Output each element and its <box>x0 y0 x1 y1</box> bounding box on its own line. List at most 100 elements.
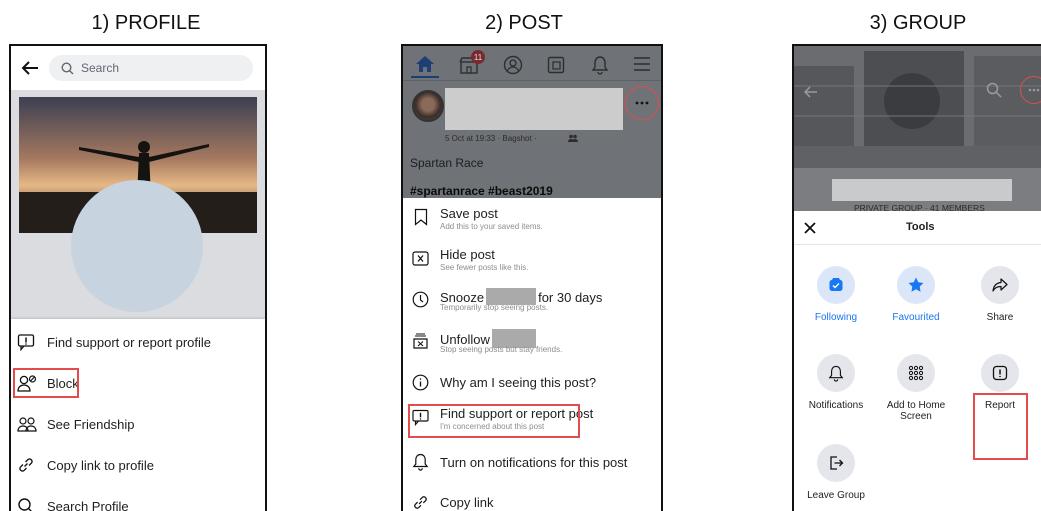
unfollow-icon <box>413 333 428 349</box>
menu-item-report-profile[interactable]: Find support or report profile <box>11 329 265 355</box>
menu-item-see-friendship[interactable]: See Friendship <box>11 411 265 437</box>
highlight-box <box>13 368 79 398</box>
group-dim-area: PRIVATE GROUP · 41 MEMBERS <box>794 46 1041 213</box>
profile-header: Search <box>11 46 265 90</box>
menu-item-notifications[interactable]: Turn on notifications for this post <box>403 450 661 474</box>
menu-item-title: Copy link <box>440 494 494 510</box>
menu-item-copy-link[interactable]: Copy link to profile <box>11 452 265 478</box>
menu-item-label: Find support or report profile <box>47 334 212 350</box>
menu-item-subtitle: See fewer posts like this. <box>440 263 529 272</box>
post-options-sheet: Save post Add this to your saved items. H… <box>403 198 661 511</box>
group-more-options[interactable] <box>1020 76 1041 104</box>
redacted-author-name <box>445 88 623 130</box>
profile-menu: Find support or report profile Block See… <box>11 319 265 511</box>
link-icon <box>19 458 33 472</box>
groups-icon[interactable] <box>547 56 565 74</box>
tool-label: Following <box>814 312 858 323</box>
back-arrow-icon[interactable] <box>21 60 39 76</box>
menu-item-title: Hide post <box>440 247 495 262</box>
search-icon <box>61 61 74 74</box>
home-icon[interactable] <box>415 55 435 73</box>
back-arrow-icon[interactable] <box>804 86 818 98</box>
share-icon <box>992 278 1008 292</box>
tool-label: Favourited <box>892 312 940 323</box>
menu-item-label: See Friendship <box>47 416 135 432</box>
hamburger-menu-icon[interactable] <box>633 57 651 71</box>
group-cover-photo <box>794 46 1041 168</box>
post-text: Spartan Race <box>410 156 484 170</box>
tool-favourited[interactable]: Favourited <box>876 266 956 323</box>
sheet-title: Tools <box>906 221 935 233</box>
following-icon <box>829 278 843 291</box>
bell-icon <box>828 365 844 382</box>
nav-divider <box>403 80 661 81</box>
post-panel: 11 5 Oct at 19:33 · Bagshot · Spartan Ra… <box>401 44 663 511</box>
caption-post: 2) POST <box>485 12 563 34</box>
tool-label: Leave Group <box>807 490 865 501</box>
report-flag-icon <box>17 334 35 351</box>
post-hashtags: #spartanrace #beast2019 <box>410 184 553 198</box>
grid-dots-icon <box>908 365 924 381</box>
post-more-options[interactable] <box>625 86 659 120</box>
menu-item-search-profile[interactable]: Search Profile <box>11 493 265 511</box>
caption-group: 3) GROUP <box>869 12 967 34</box>
tool-following[interactable]: Following <box>796 266 876 323</box>
profile-panel: Search Find support or report profile Bl… <box>9 44 267 511</box>
tools-sheet: Tools Following Favourited Share Notific… <box>794 211 1041 511</box>
menu-item-title: Why am I seeing this post? <box>440 374 597 390</box>
search-bar[interactable]: Search <box>49 55 253 81</box>
avatar[interactable] <box>71 180 203 312</box>
tool-label: Add to Home Screen <box>886 400 946 422</box>
bell-icon <box>412 453 429 471</box>
notification-badge: 11 <box>471 50 485 64</box>
hide-x-icon <box>412 251 429 266</box>
sheet-divider <box>794 244 1041 245</box>
menu-item-label: Search Profile <box>47 498 129 511</box>
menu-item-save-post[interactable]: Save post Add this to your saved items. <box>403 206 661 236</box>
tool-leave-group[interactable]: Leave Group <box>796 444 876 501</box>
search-icon[interactable] <box>986 82 1002 98</box>
badge-count: 11 <box>473 52 483 62</box>
group-panel: PRIVATE GROUP · 41 MEMBERS Tools Followi… <box>792 44 1041 511</box>
menu-item-snooze[interactable]: Snooze for 30 days Temporarily stop seein… <box>403 288 661 318</box>
tool-label: Share <box>986 312 1014 323</box>
menu-item-copy-link[interactable]: Copy link <box>403 490 661 511</box>
more-dots-icon <box>1028 88 1040 92</box>
menu-item-why-seeing[interactable]: Why am I seeing this post? <box>403 370 661 394</box>
highlight-box <box>408 404 580 438</box>
menu-item-unfollow[interactable]: Unfollow Stop seeing posts but stay frie… <box>403 329 661 359</box>
close-icon[interactable] <box>804 222 816 234</box>
menu-item-subtitle: Add this to your saved items. <box>440 222 543 231</box>
post-author-avatar[interactable] <box>412 90 444 122</box>
report-flag-icon <box>992 365 1008 381</box>
friends-icon <box>17 417 37 432</box>
star-icon <box>908 277 924 292</box>
tool-label: Notifications <box>808 400 864 411</box>
profile-circle-icon[interactable] <box>503 55 523 75</box>
redacted-group-name <box>832 179 1012 201</box>
info-icon <box>412 374 429 390</box>
post-dim-area: 11 5 Oct at 19:33 · Bagshot · Spartan Ra… <box>403 46 661 198</box>
search-icon <box>18 498 32 511</box>
menu-item-label: Copy link to profile <box>47 457 154 473</box>
friends-audience-icon <box>568 134 578 142</box>
leave-icon <box>830 456 844 470</box>
menu-item-title: Save post <box>440 206 498 221</box>
highlight-box <box>973 393 1028 460</box>
tool-add-to-home-screen[interactable]: Add to Home Screen <box>876 354 956 422</box>
active-tab-indicator <box>411 76 439 78</box>
tool-notifications[interactable]: Notifications <box>796 354 876 411</box>
search-placeholder: Search <box>81 61 120 75</box>
menu-item-hide-post[interactable]: Hide post See fewer posts like this. <box>403 247 661 277</box>
menu-item-title: Turn on notifications for this post <box>440 454 628 470</box>
clock-icon <box>412 291 429 308</box>
more-dots-icon <box>635 101 649 105</box>
bell-icon[interactable] <box>591 55 609 75</box>
post-meta: 5 Oct at 19:33 · Bagshot · <box>445 134 537 143</box>
tool-share[interactable]: Share <box>960 266 1040 323</box>
profile-dim-area <box>11 90 265 319</box>
caption-profile: 1) PROFILE <box>91 12 201 34</box>
link-icon <box>414 495 427 509</box>
bookmark-icon <box>414 208 428 226</box>
menu-item-subtitle: Stop seeing posts but stay friends. <box>440 345 563 354</box>
